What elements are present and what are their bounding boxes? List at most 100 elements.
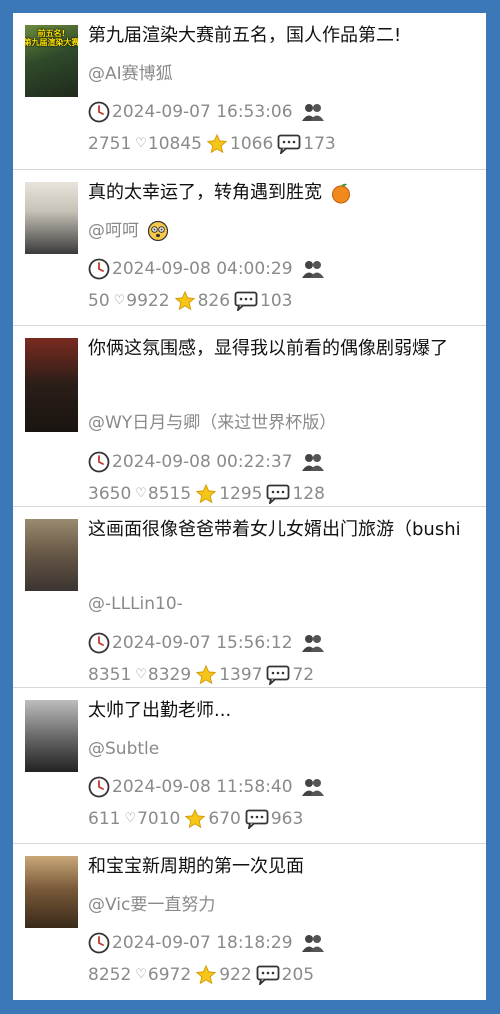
post-meta: 2024-09-07 18:18:29 <box>88 932 325 954</box>
comment-count: 103 <box>260 291 293 311</box>
group-icon <box>301 935 324 952</box>
post-stats: 8252 ♡ 6972 922 205 <box>88 964 314 986</box>
post-time: 2024-09-08 11:58:40 <box>112 777 293 797</box>
clock-icon <box>88 776 110 798</box>
star-count: 1295 <box>219 484 263 504</box>
star-count: 922 <box>219 965 252 985</box>
comment-count: 173 <box>303 134 336 154</box>
tangerine-icon <box>332 183 350 204</box>
comment-count: 128 <box>292 484 325 504</box>
group-icon <box>301 454 324 471</box>
post-time: 2024-09-08 04:00:29 <box>112 259 293 279</box>
star-icon <box>195 483 217 504</box>
post-thumbnail[interactable] <box>25 182 78 254</box>
thumbnail-caption: 第九届渲染大赛 <box>25 38 78 47</box>
post-card[interactable]: 你俩这氛围感，显得我以前看的偶像剧弱爆了 @WY日月与卿（来过世界杯版） 202… <box>13 326 486 507</box>
post-card[interactable]: 太帅了出勤老师... @Subtle 2024-09-08 11:58:40 6… <box>13 688 486 844</box>
post-thumbnail[interactable] <box>25 700 78 772</box>
comment-count: 72 <box>292 665 315 685</box>
heart-icon: ♡ <box>113 293 126 308</box>
comment-icon <box>234 291 258 311</box>
post-time: 2024-09-08 00:22:37 <box>112 452 293 472</box>
clock-icon <box>88 932 110 954</box>
post-stats: 8351 ♡ 8329 1397 72 <box>88 664 314 686</box>
post-title[interactable]: 和宝宝新周期的第一次见面 <box>88 854 468 880</box>
heart-icon: ♡ <box>135 486 147 501</box>
comment-icon <box>277 134 301 154</box>
star-count: 1066 <box>230 134 274 154</box>
post-title[interactable]: 你俩这氛围感，显得我以前看的偶像剧弱爆了 <box>88 336 468 362</box>
post-thumbnail[interactable] <box>25 856 78 928</box>
post-author[interactable]: @Vic要一直努力 <box>88 894 215 916</box>
post-author[interactable]: @呵呵 <box>88 220 169 242</box>
play-count: 8351 <box>88 665 132 685</box>
like-count: 10845 <box>147 134 203 154</box>
play-count: 50 <box>88 291 110 311</box>
clock-icon <box>88 101 110 123</box>
post-title[interactable]: 这画面很像爸爸带着女儿女婿出门旅游（bushi <box>88 517 468 543</box>
heart-icon: ♡ <box>124 811 137 826</box>
group-icon <box>301 635 324 652</box>
group-icon <box>301 261 324 278</box>
heart-icon: ♡ <box>135 136 147 151</box>
group-icon <box>301 104 324 121</box>
star-count: 670 <box>208 809 241 829</box>
post-time: 2024-09-07 16:53:06 <box>112 102 293 122</box>
like-count: 9922 <box>126 291 170 311</box>
clock-icon <box>88 258 110 280</box>
like-count: 8329 <box>147 665 192 685</box>
star-count: 1397 <box>219 665 263 685</box>
comment-icon <box>245 809 269 829</box>
post-card[interactable]: 真的太幸运了，转角遇到胜宽 @呵呵 2024-09-08 04:00:29 50… <box>13 170 486 326</box>
star-count: 826 <box>197 291 231 311</box>
post-stats: 611 ♡ 7010 670 963 <box>88 808 303 830</box>
comment-icon <box>267 484 290 504</box>
post-meta: 2024-09-08 11:58:40 <box>88 776 325 798</box>
post-thumbnail[interactable] <box>25 338 78 432</box>
post-author-name: @呵呵 <box>88 221 139 241</box>
star-icon <box>195 964 217 985</box>
comment-count: 963 <box>270 809 304 829</box>
comment-count: 205 <box>281 965 315 985</box>
post-thumbnail[interactable]: 前五名! 第九届渲染大赛 <box>25 25 78 97</box>
star-icon <box>206 133 228 154</box>
group-icon <box>301 779 324 796</box>
heart-icon: ♡ <box>135 967 147 982</box>
post-card[interactable]: 和宝宝新周期的第一次见面 @Vic要一直努力 2024-09-07 18:18:… <box>13 844 486 999</box>
post-title[interactable]: 第九届渲染大赛前五名，国人作品第二! <box>88 23 468 49</box>
feed-panel: 前五名! 第九届渲染大赛 第九届渲染大赛前五名，国人作品第二! @AI赛博狐 2… <box>13 13 486 1000</box>
post-author[interactable]: @AI赛博狐 <box>88 63 173 85</box>
post-meta: 2024-09-08 04:00:29 <box>88 258 325 280</box>
like-count: 6972 <box>147 965 192 985</box>
post-time: 2024-09-07 18:18:29 <box>112 933 293 953</box>
post-stats: 2751 ♡ 10845 1066 173 <box>88 133 336 155</box>
post-meta: 2024-09-07 15:56:12 <box>88 632 325 654</box>
post-title-text: 真的太幸运了，转角遇到胜宽 <box>88 182 322 203</box>
post-author[interactable]: @-LLLin10- <box>88 593 183 615</box>
like-count: 7010 <box>137 809 181 829</box>
post-thumbnail[interactable] <box>25 519 78 591</box>
post-title[interactable]: 太帅了出勤老师... <box>88 698 468 724</box>
post-stats: 50 ♡ 9922 826 103 <box>88 290 292 312</box>
clock-icon <box>88 632 110 654</box>
play-count: 3650 <box>88 484 132 504</box>
play-count: 2751 <box>88 134 132 154</box>
post-meta: 2024-09-07 16:53:06 <box>88 101 325 123</box>
post-meta: 2024-09-08 00:22:37 <box>88 451 325 473</box>
thumbnail-overlay: 前五名! 第九届渲染大赛 <box>25 25 78 97</box>
heart-icon: ♡ <box>135 667 147 682</box>
dizzy-face-icon <box>147 220 169 242</box>
post-card[interactable]: 这画面很像爸爸带着女儿女婿出门旅游（bushi @-LLLin10- 2024-… <box>13 507 486 688</box>
clock-icon <box>88 451 110 473</box>
comment-icon <box>256 965 280 985</box>
star-icon <box>185 808 206 829</box>
play-count: 611 <box>88 809 121 829</box>
post-time: 2024-09-07 15:56:12 <box>112 633 293 653</box>
post-card[interactable]: 前五名! 第九届渲染大赛 第九届渲染大赛前五名，国人作品第二! @AI赛博狐 2… <box>13 13 486 170</box>
post-author[interactable]: @WY日月与卿（来过世界杯版） <box>88 412 336 434</box>
post-title[interactable]: 真的太幸运了，转角遇到胜宽 <box>88 180 468 206</box>
play-count: 8252 <box>88 965 132 985</box>
post-author[interactable]: @Subtle <box>88 738 159 760</box>
thumbnail-caption: 前五名! <box>37 29 66 38</box>
comment-icon <box>267 665 290 685</box>
